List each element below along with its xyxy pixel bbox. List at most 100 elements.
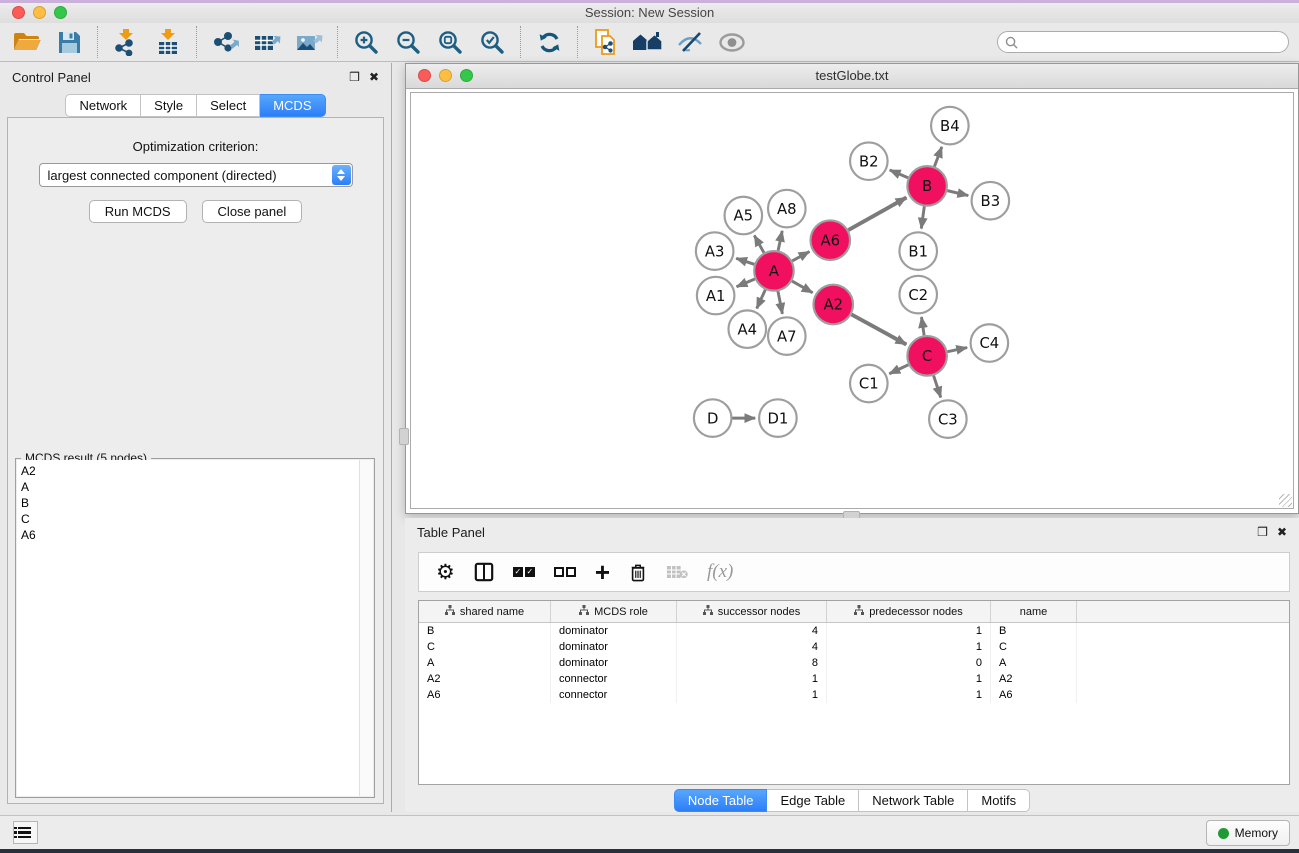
graph-edge-A6-B[interactable]	[848, 197, 906, 230]
table-cell[interactable]: 8	[677, 655, 827, 671]
add-row-icon[interactable]: +	[595, 562, 610, 582]
graph-node-A[interactable]: A	[754, 251, 794, 291]
graph-node-A4[interactable]: A4	[728, 310, 766, 348]
table-cell[interactable]: B	[991, 623, 1077, 639]
table-cell[interactable]: A6	[419, 687, 551, 703]
graph-edge-A-A1[interactable]	[737, 279, 755, 287]
graph-node-A7[interactable]: A7	[768, 317, 806, 355]
graph-edge-A-A5[interactable]	[754, 235, 764, 252]
table-cell[interactable]: 1	[827, 623, 991, 639]
columns-icon[interactable]	[474, 562, 494, 582]
graph-edge-C-C4[interactable]	[947, 348, 967, 352]
zoom-selected-icon[interactable]	[471, 25, 513, 59]
gear-icon[interactable]: ⚙	[436, 562, 455, 583]
table-cell[interactable]: 1	[827, 671, 991, 687]
graph-node-A1[interactable]: A1	[697, 277, 735, 315]
table-cell[interactable]: B	[419, 623, 551, 639]
graph-edge-A2-C[interactable]	[851, 314, 906, 344]
network-canvas[interactable]: B4B2BB3B1A5A8A3A6AA1A2C2A4A7C4CC1C3DD1	[410, 92, 1294, 509]
graph-node-C[interactable]: C	[907, 336, 947, 376]
table-row[interactable]: Bdominator41B	[419, 623, 1289, 639]
graph-edge-A-A7[interactable]	[778, 291, 782, 314]
table-tab-network-table[interactable]: Network Table	[859, 789, 968, 812]
result-item[interactable]: A	[21, 479, 373, 495]
run-mcds-button[interactable]: Run MCDS	[89, 200, 187, 223]
graph-edge-C-C2[interactable]	[921, 317, 924, 335]
criterion-select[interactable]: largest connected component (directed)	[39, 163, 353, 187]
graph-node-B2[interactable]: B2	[850, 142, 888, 180]
zoom-out-icon[interactable]	[387, 25, 429, 59]
graph-edge-C-C1[interactable]	[889, 365, 908, 374]
table-row[interactable]: A2connector11A2	[419, 671, 1289, 687]
table-cell[interactable]: 1	[677, 687, 827, 703]
search-input[interactable]	[1023, 34, 1288, 50]
zoom-fit-icon[interactable]	[429, 25, 471, 59]
table-cell[interactable]: dominator	[551, 623, 677, 639]
node-table[interactable]: shared nameMCDS rolesuccessor nodesprede…	[418, 600, 1290, 785]
export-network-icon[interactable]	[204, 25, 246, 59]
table-cell[interactable]: A2	[991, 671, 1077, 687]
table-cell[interactable]: 1	[827, 687, 991, 703]
graph-node-A2[interactable]: A2	[813, 285, 853, 325]
graph-node-C2[interactable]: C2	[899, 276, 937, 314]
graph-node-B3[interactable]: B3	[972, 182, 1010, 220]
window-resize-grip[interactable]	[1279, 494, 1292, 507]
export-image-icon[interactable]	[288, 25, 330, 59]
table-tab-motifs[interactable]: Motifs	[968, 789, 1030, 812]
table-cell[interactable]: C	[991, 639, 1077, 655]
column-header-shared-name[interactable]: shared name	[419, 601, 551, 622]
graph-node-B[interactable]: B	[907, 166, 947, 206]
hide-selected-icon[interactable]	[669, 25, 711, 59]
home-networks-icon[interactable]	[627, 25, 669, 59]
table-cell[interactable]: 1	[827, 639, 991, 655]
float-panel-icon[interactable]: ❒	[349, 70, 360, 84]
graph-edge-A-A8[interactable]	[778, 231, 782, 251]
graph-node-B1[interactable]: B1	[899, 232, 937, 270]
show-all-icon[interactable]	[711, 25, 753, 59]
import-network-icon[interactable]	[105, 25, 147, 59]
table-cell[interactable]: connector	[551, 687, 677, 703]
table-cell[interactable]: 1	[677, 671, 827, 687]
select-all-icon[interactable]: ✓✓	[513, 567, 535, 577]
graph-node-A6[interactable]: A6	[811, 220, 851, 260]
tab-mcds[interactable]: MCDS	[260, 94, 325, 117]
table-cell[interactable]: A	[419, 655, 551, 671]
graph-edge-B-B4[interactable]	[934, 147, 941, 167]
tab-style[interactable]: Style	[141, 94, 197, 117]
mcds-result-list[interactable]: A2ABCA6	[17, 460, 373, 796]
result-item[interactable]: A6	[21, 527, 373, 543]
graph-node-A3[interactable]: A3	[696, 232, 734, 270]
deselect-all-icon[interactable]	[554, 567, 576, 577]
delete-row-icon[interactable]	[629, 562, 647, 583]
graph-node-D1[interactable]: D1	[759, 399, 797, 437]
table-cell[interactable]: C	[419, 639, 551, 655]
graph-edge-A-A2[interactable]	[792, 281, 813, 293]
table-cell[interactable]: connector	[551, 671, 677, 687]
column-header-successor-nodes[interactable]: successor nodes	[677, 601, 827, 622]
graph-edge-A-A6[interactable]	[792, 252, 809, 261]
graph-node-C4[interactable]: C4	[971, 324, 1009, 362]
float-panel-icon[interactable]: ❒	[1257, 525, 1268, 539]
tab-select[interactable]: Select	[197, 94, 260, 117]
table-tab-node-table[interactable]: Node Table	[674, 789, 768, 812]
result-scrollbar[interactable]	[359, 460, 373, 796]
table-cell[interactable]: A6	[991, 687, 1077, 703]
export-table-icon[interactable]	[246, 25, 288, 59]
network-window-titlebar[interactable]: testGlobe.txt	[406, 64, 1298, 89]
table-cell[interactable]: 4	[677, 623, 827, 639]
column-header-MCDS-role[interactable]: MCDS role	[551, 601, 677, 622]
vertical-split-handle[interactable]	[399, 428, 409, 445]
graph-edge-C-C3[interactable]	[934, 376, 941, 398]
table-cell[interactable]: 4	[677, 639, 827, 655]
save-session-icon[interactable]	[48, 25, 90, 59]
column-header-name[interactable]: name	[991, 601, 1077, 622]
import-table-icon[interactable]	[147, 25, 189, 59]
close-panel-button[interactable]: Close panel	[202, 200, 303, 223]
tab-network[interactable]: Network	[65, 94, 141, 117]
table-cell[interactable]: dominator	[551, 639, 677, 655]
table-cell[interactable]: dominator	[551, 655, 677, 671]
table-cell[interactable]: A2	[419, 671, 551, 687]
search-box[interactable]	[997, 31, 1289, 53]
graph-edge-B-B3[interactable]	[947, 191, 968, 196]
graph-edge-B-B2[interactable]	[890, 170, 908, 178]
